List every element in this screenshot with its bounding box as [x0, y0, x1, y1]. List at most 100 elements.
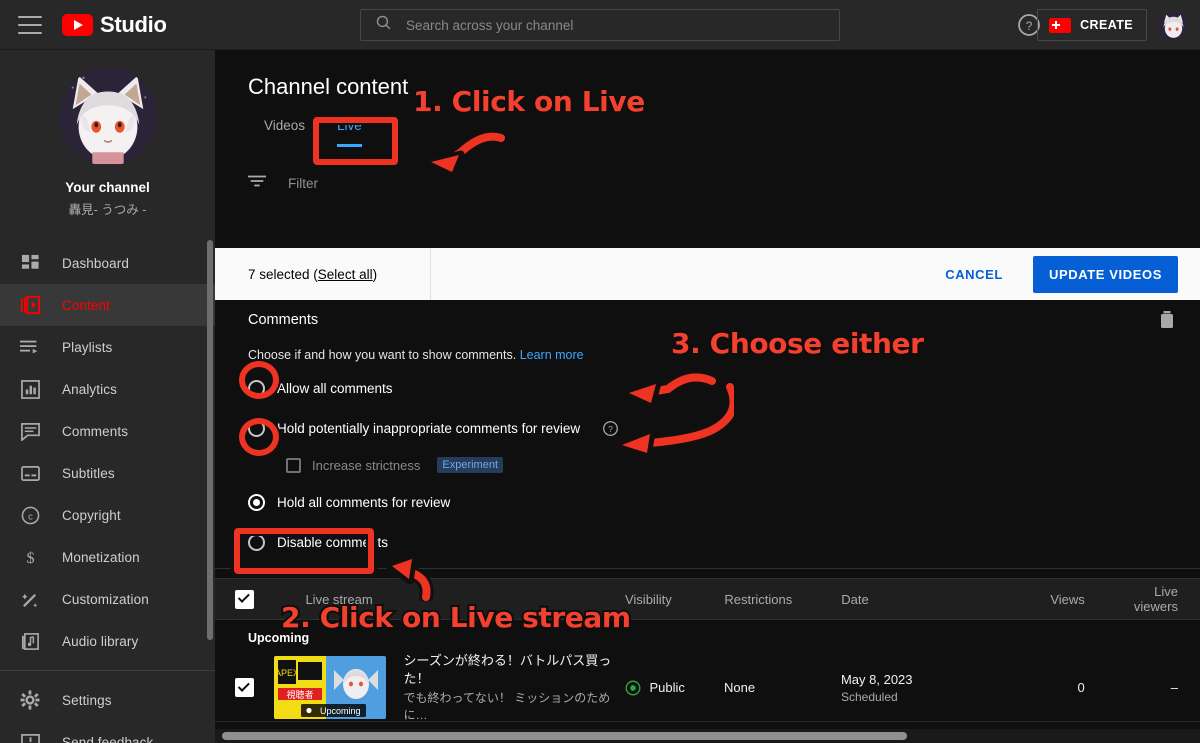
horizontal-scrollbar-thumb[interactable] — [222, 732, 907, 740]
feedback-icon — [19, 731, 41, 743]
help-circle-icon[interactable]: ? — [602, 420, 619, 437]
search-icon — [375, 14, 392, 36]
search-input[interactable]: Search across your channel — [360, 9, 840, 41]
visibility-label: Public — [649, 680, 685, 695]
table-header-row: Live stream Visibility Restrictions Date… — [215, 578, 1200, 620]
experiment-badge: Experiment — [437, 457, 504, 473]
table-row[interactable]: APEX 視聴者 Upcoming シーズンが終わる！バトルパス買った！ でも終… — [215, 652, 1200, 722]
studio-brand[interactable]: Studio — [62, 12, 167, 38]
audio-library-icon — [19, 630, 41, 652]
sidebar-item-settings[interactable]: Settings — [0, 679, 215, 721]
eye-icon — [625, 680, 641, 696]
restrictions-label: None — [723, 680, 756, 695]
sidebar-item-copyright[interactable]: c Copyright — [0, 494, 215, 536]
increase-strictness-checkbox[interactable] — [286, 457, 301, 473]
sidebar-item-analytics[interactable]: Analytics — [0, 368, 215, 410]
youtube-studio-window: Studio Search across your channel ? CREA… — [0, 0, 1200, 743]
sidebar-item-audio-library[interactable]: Audio library — [0, 620, 215, 662]
create-button[interactable]: CREATE — [1037, 9, 1147, 41]
learn-more-link[interactable]: Learn more — [520, 348, 584, 362]
date-sublabel: Scheduled — [840, 689, 898, 704]
selection-count-text: 7 selected ( — [248, 266, 318, 282]
sidebar-item-label: Customization — [62, 591, 149, 607]
radio-disable-comments[interactable]: Disable comments — [248, 528, 1200, 556]
sidebar-item-comments[interactable]: Comments — [0, 410, 215, 452]
dollar-icon: $ — [19, 546, 41, 568]
row-stream-cell: APEX 視聴者 Upcoming シーズンが終わる！バトルパス買った！ でも終… — [273, 652, 625, 722]
sidebar-item-dashboard[interactable]: Dashboard — [0, 242, 215, 284]
filter-bar: Filter — [215, 159, 318, 207]
filter-icon[interactable] — [248, 174, 266, 193]
radio-button[interactable] — [248, 419, 265, 437]
search-placeholder: Search across your channel — [406, 17, 574, 33]
radio-hold-all-comments[interactable]: Hold all comments for review — [248, 488, 1200, 516]
channel-block: Your channel 轟見- うつみ - — [0, 50, 215, 228]
channel-name: Your channel — [65, 180, 150, 195]
select-all-link[interactable]: Select all — [318, 267, 373, 282]
bulk-actions: CANCEL UPDATE VIDEOS — [931, 255, 1200, 293]
sidebar-nav: Dashboard Content Playlists Analytics Co… — [0, 242, 215, 743]
sidebar-item-content[interactable]: Content — [0, 284, 215, 326]
video-thumbnail[interactable]: APEX 視聴者 Upcoming — [273, 656, 386, 719]
row-checkbox[interactable] — [234, 678, 254, 697]
bulk-selection-bar: 7 selected (Select all) CANCEL UPDATE VI… — [215, 248, 1200, 300]
filter-label[interactable]: Filter — [288, 176, 318, 191]
youtube-logo-icon — [62, 13, 93, 36]
subtitles-icon — [19, 462, 41, 484]
sidebar-item-label: Copyright — [62, 507, 121, 523]
content-tabs: Videos Live — [215, 116, 1200, 156]
tab-label: Videos — [264, 118, 306, 133]
sidebar-item-subtitles[interactable]: Subtitles — [0, 452, 215, 494]
update-videos-button[interactable]: UPDATE VIDEOS — [1032, 255, 1178, 293]
svg-text:視聴者: 視聴者 — [286, 689, 313, 700]
tab-videos[interactable]: Videos — [248, 116, 321, 156]
avatar[interactable] — [1159, 11, 1188, 40]
sidebar-item-send-feedback[interactable]: Send feedback — [0, 721, 215, 743]
increase-strictness-label: Increase strictness — [312, 457, 421, 473]
tab-label: Live — [337, 118, 362, 133]
comments-panel-title: Comments — [248, 312, 319, 328]
radio-button[interactable] — [248, 493, 265, 511]
create-button-label: CREATE — [1080, 18, 1133, 32]
sidebar-item-monetization[interactable]: $ Monetization — [0, 536, 215, 578]
column-header-live-stream: Live stream — [305, 591, 373, 607]
sidebar-divider — [0, 670, 215, 671]
channel-avatar[interactable] — [58, 68, 157, 166]
top-bar: Studio Search across your channel ? CREA… — [0, 0, 1200, 50]
radio-label: Disable comments — [277, 534, 389, 550]
video-title[interactable]: シーズンが終わる！バトルパス買った！ でも終わってない！ ミッションのために… — [404, 652, 614, 722]
sidebar-item-label: Analytics — [62, 381, 117, 397]
radio-button[interactable] — [248, 379, 265, 397]
bulk-divider — [430, 248, 432, 300]
svg-text:Upcoming: Upcoming — [320, 706, 361, 716]
sidebar-item-label: Subtitles — [62, 465, 115, 481]
comments-panel-description: Choose if and how you want to show comme… — [215, 340, 1200, 362]
comments-radio-group: Allow all comments Hold potentially inap… — [215, 362, 1200, 556]
increase-strictness-row[interactable]: Increase strictness Experiment — [248, 454, 1200, 476]
trash-icon[interactable] — [1156, 309, 1178, 331]
views-value: 0 — [1077, 680, 1085, 695]
live-viewers-value: – — [1170, 680, 1178, 695]
video-title-line1: シーズンが終わる！バトルパス買った！ — [403, 653, 612, 686]
svg-text:APEX: APEX — [274, 668, 298, 678]
tab-live[interactable]: Live — [321, 116, 378, 156]
radio-hold-inappropriate[interactable]: Hold potentially inappropriate comments … — [248, 414, 1200, 442]
radio-allow-all-comments[interactable]: Allow all comments — [248, 374, 1200, 402]
select-all-checkbox[interactable] — [234, 589, 254, 609]
sidebar-item-playlists[interactable]: Playlists — [0, 326, 215, 368]
sidebar-scrollbar[interactable] — [207, 240, 213, 640]
content-icon — [19, 294, 41, 316]
brand-label: Studio — [100, 11, 167, 37]
analytics-icon — [19, 378, 41, 400]
radio-button[interactable] — [248, 533, 265, 551]
selection-count-close: ) — [372, 266, 378, 282]
cancel-button[interactable]: CANCEL — [931, 258, 1017, 291]
sidebar-item-customization[interactable]: Customization — [0, 578, 215, 620]
sidebar: Your channel 轟見- うつみ - Dashboard Content — [0, 50, 215, 743]
sidebar-item-label: Send feedback — [62, 734, 154, 743]
channel-handle: 轟見- うつみ - — [68, 203, 147, 217]
sidebar-item-label: Monetization — [62, 549, 140, 565]
video-title-line2: でも終わってない！ ミッションのために… — [403, 691, 611, 722]
video-camera-plus-icon — [1049, 17, 1072, 33]
hamburger-icon[interactable] — [18, 15, 42, 34]
